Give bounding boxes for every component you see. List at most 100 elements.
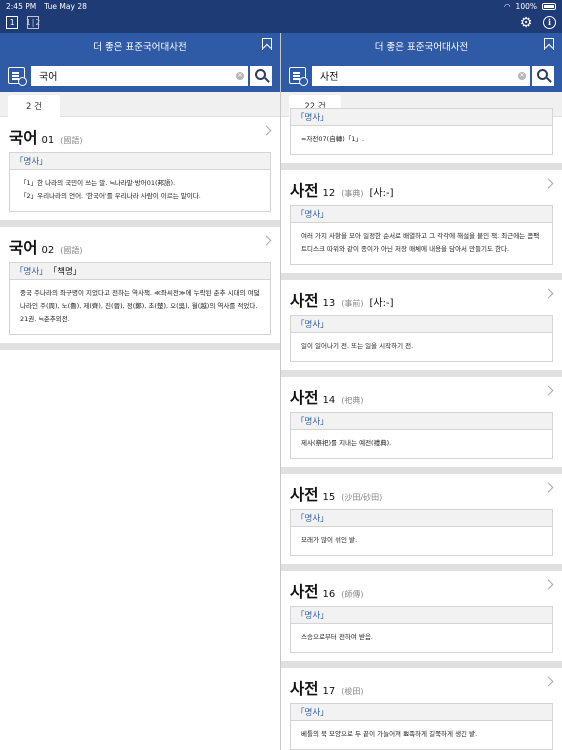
homonym-number: 17 bbox=[322, 686, 336, 697]
right-search-value: 사전 bbox=[320, 72, 339, 83]
definition: =자전07(自轉)「1」. bbox=[301, 135, 364, 143]
definition-box: 「명사」 「1」한 나라의 국민이 쓰는 말. ≒나라말·방어01(邦語). 「… bbox=[9, 152, 271, 212]
definition: 여러 가지 사항을 모아 일정한 순서로 배열하고 그 각각에 해설을 붙인 책… bbox=[301, 232, 540, 253]
part-of-speech: 「명사」 bbox=[291, 607, 552, 624]
right-title: 더 좋은 표준국어대사전 bbox=[374, 42, 469, 53]
battery-percent: 100% bbox=[515, 1, 537, 11]
single-view-button[interactable]: 1 bbox=[6, 16, 18, 29]
pronunciation: [사:-] bbox=[369, 298, 394, 309]
definition-box: 「명사」 「책명」 중국 주나라의 좌구명이 지었다고 전하는 역사책. ≪좌씨… bbox=[9, 262, 271, 335]
definition-line: 「2」우리나라의 언어. '한국어'를 우리나라 사람이 이르는 말이다. bbox=[20, 192, 201, 200]
definition-box: 「명사」 제사(祭祀)를 지내는 예전(禮典). bbox=[290, 412, 553, 459]
search-icon bbox=[536, 69, 548, 80]
part-of-speech: 「명사」 bbox=[291, 316, 552, 333]
homonym-number: 02 bbox=[41, 245, 55, 256]
category-label: 「책명」 bbox=[48, 267, 82, 277]
headword: 사전 bbox=[290, 583, 319, 601]
hanja: (國語) bbox=[60, 246, 83, 255]
homonym-number: 13 bbox=[322, 298, 336, 309]
definition: 베틀의 북 모양으로 두 끝이 가늘어져 뾰족하게 길쭉하게 생긴 밭. bbox=[301, 730, 478, 738]
homonym-number: 15 bbox=[322, 492, 336, 503]
hanja: (祀典) bbox=[341, 396, 364, 405]
entry-card-partial[interactable]: 「명사」 =자전07(自轉)「1」. bbox=[281, 108, 562, 170]
left-title: 더 좋은 표준국어대사전 bbox=[93, 42, 187, 53]
left-header: 더 좋은 표준국어대사전 bbox=[0, 33, 280, 59]
dual-view-button[interactable]: 1|2 bbox=[26, 16, 40, 29]
info-icon[interactable]: i bbox=[543, 16, 556, 29]
definition-box: 「명사」 스승으로부터 전하여 받음. bbox=[290, 606, 553, 653]
definition: 스승으로부터 전하여 받음. bbox=[301, 633, 373, 641]
homonym-number: 14 bbox=[322, 395, 336, 406]
pronunciation: [사:-] bbox=[369, 188, 394, 199]
battery-icon bbox=[542, 2, 556, 10]
definition-line: 「1」한 나라의 국민이 쓰는 말. ≒나라말·방어01(邦語). bbox=[20, 179, 176, 187]
entry-card[interactable]: 국어 02 (國語) 「명사」 「책명」 중국 주나라의 좌구명이 지었다고 전… bbox=[0, 227, 280, 350]
part-of-speech: 「명사」 bbox=[291, 510, 552, 527]
left-search-button[interactable] bbox=[250, 65, 272, 86]
entry-card[interactable]: 사전 12 (事典) [사:-] 「명사」 여러 가지 사항을 모아 일정한 순서로 배열… bbox=[281, 170, 562, 280]
right-search-button[interactable] bbox=[532, 65, 554, 86]
definition: 「1」한 나라의 국민이 쓰는 말. ≒나라말·방어01(邦語). 「2」우리나… bbox=[10, 170, 270, 211]
hanja: (事典) bbox=[341, 189, 364, 198]
entry-card[interactable]: 사전 17 (梭田) 「명사」 베틀의 북 모양으로 두 끝이 가늘어져 뾰족하게 길쭉… bbox=[281, 668, 562, 750]
headword: 사전 bbox=[290, 292, 319, 310]
entry-card[interactable]: 사전 15 (沙田/砂田) 「명사」 모래가 많이 섞인 밭. bbox=[281, 474, 562, 571]
homonym-number: 16 bbox=[322, 589, 336, 600]
headword: 국어 bbox=[9, 239, 38, 257]
bookmark-icon[interactable] bbox=[262, 38, 272, 50]
entry-head: 사전 14 (祀典) bbox=[290, 383, 553, 409]
entry-head: 사전 17 (梭田) bbox=[290, 674, 553, 700]
homonym-number: 01 bbox=[41, 135, 55, 146]
entry-head: 사전 13 (事前) [사:-] bbox=[290, 286, 553, 312]
part-of-speech: 「명사」 bbox=[291, 206, 552, 223]
right-entry-list: 사전 12 (事典) [사:-] 「명사」 여러 가지 사항을 모아 일정한 순서로 배열… bbox=[281, 170, 562, 750]
left-search-row: 국어 ✕ bbox=[0, 59, 280, 92]
entry-head: 사전 12 (事典) [사:-] bbox=[290, 176, 553, 202]
left-search-input[interactable]: 국어 ✕ bbox=[31, 65, 248, 86]
definition: 중국 주나라의 좌구명이 지었다고 전하는 역사책. ≪좌씨전≫에 누락된 춘추… bbox=[20, 289, 260, 323]
part-of-speech: 「명사」 bbox=[15, 267, 48, 277]
headword: 국어 bbox=[9, 129, 38, 147]
gear-icon[interactable]: ⚙ bbox=[519, 16, 533, 30]
entry-card[interactable]: 사전 14 (祀典) 「명사」 제사(祭祀)를 지내는 예전(禮典). bbox=[281, 377, 562, 474]
right-pane: 더 좋은 표준국어대사전 사전 ✕ 22 건 「명사」 =자전07(自轉)「1」… bbox=[281, 33, 562, 750]
definition: 제사(祭祀)를 지내는 예전(禮典). bbox=[301, 439, 392, 447]
entry-card[interactable]: 국어 01 (國語) 「명사」 「1」한 나라의 국민이 쓰는 말. ≒나라말·… bbox=[0, 117, 280, 227]
definition-box: 「명사」 베틀의 북 모양으로 두 끝이 가늘어져 뾰족하게 길쭉하게 생긴 밭. bbox=[290, 703, 553, 750]
left-result-count-tab[interactable]: 2 건 bbox=[8, 95, 60, 117]
hanja: (事前) bbox=[341, 299, 364, 308]
part-of-speech: 「명사」 bbox=[291, 109, 552, 126]
entry-head: 국어 01 (國語) bbox=[9, 123, 271, 149]
right-header: 더 좋은 표준국어대사전 bbox=[281, 33, 562, 59]
definition-box: 「명사」 여러 가지 사항을 모아 일정한 순서로 배열하고 그 각각에 해설을 … bbox=[290, 205, 553, 265]
hanja: (沙田/砂田) bbox=[341, 493, 383, 502]
hanja: (師傳) bbox=[341, 590, 364, 599]
history-icon[interactable] bbox=[8, 67, 27, 86]
history-icon[interactable] bbox=[289, 67, 308, 86]
status-date: Tue May 28 bbox=[44, 1, 87, 11]
part-of-speech: 「명사」 bbox=[291, 413, 552, 430]
definition-box: 「명사」 =자전07(自轉)「1」. bbox=[290, 108, 553, 155]
clear-icon[interactable]: ✕ bbox=[236, 71, 244, 80]
homonym-number: 12 bbox=[322, 188, 336, 199]
definition-box: 「명사」 모래가 많이 섞인 밭. bbox=[290, 509, 553, 556]
search-icon bbox=[254, 69, 266, 80]
hanja: (梭田) bbox=[341, 687, 364, 696]
bookmark-icon[interactable] bbox=[544, 38, 554, 50]
status-time: 2:45 PM bbox=[6, 1, 37, 11]
headword: 사전 bbox=[290, 182, 319, 200]
part-of-speech-row: 「명사」 「책명」 bbox=[10, 263, 270, 280]
part-of-speech: 「명사」 bbox=[10, 153, 270, 170]
right-search-input[interactable]: 사전 ✕ bbox=[312, 65, 530, 86]
entry-card[interactable]: 사전 16 (師傳) 「명사」 스승으로부터 전하여 받음. bbox=[281, 571, 562, 668]
clear-icon[interactable]: ✕ bbox=[518, 71, 526, 80]
right-search-row: 사전 ✕ bbox=[281, 59, 562, 92]
definition: 일이 일어나기 전. 또는 일을 시작하기 전. bbox=[301, 342, 414, 350]
wifi-icon: ◠ bbox=[504, 1, 511, 11]
definition: 모래가 많이 섞인 밭. bbox=[301, 536, 358, 544]
part-of-speech: 「명사」 bbox=[291, 704, 552, 721]
entry-card[interactable]: 사전 13 (事前) [사:-] 「명사」 일이 일어나기 전. 또는 일을 시작하기 전… bbox=[281, 280, 562, 377]
left-pane: 더 좋은 표준국어대사전 국어 ✕ 2 건 국어 01 (國語) 「명사」 「1… bbox=[0, 33, 280, 750]
left-tab-row: 2 건 bbox=[0, 92, 280, 117]
status-bar: 2:45 PM Tue May 28 ◠ 100% bbox=[0, 0, 562, 12]
